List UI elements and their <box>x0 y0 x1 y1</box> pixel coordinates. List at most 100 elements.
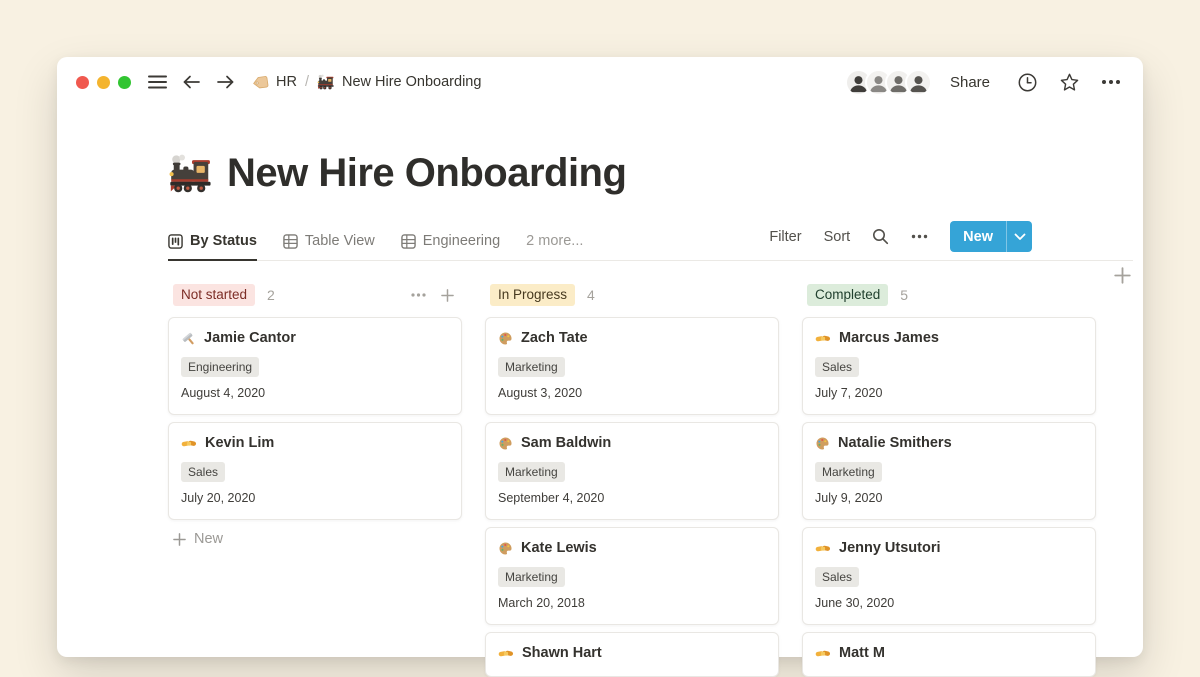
column-status-badge[interactable]: Completed <box>807 284 888 306</box>
kanban-board: Not started 2 Jam <box>168 283 1143 677</box>
card-name: Jamie Cantor <box>204 328 296 349</box>
palette-icon <box>815 436 830 451</box>
card-jenny-utsutori[interactable]: Jenny Utsutori Sales June 30, 2020 <box>802 527 1096 625</box>
handshake-icon <box>498 647 514 660</box>
start-date: July 9, 2020 <box>815 490 1083 507</box>
more-options-icon[interactable] <box>1101 79 1121 85</box>
breadcrumb-separator: / <box>305 74 309 90</box>
department-tag: Marketing <box>498 462 565 482</box>
titlebar: HR / New Hire Onboarding Share <box>57 57 1143 107</box>
column-status-badge[interactable]: In Progress <box>490 284 575 306</box>
department-tag: Sales <box>815 567 859 587</box>
collaborator-avatars[interactable] <box>845 69 932 96</box>
table-view-icon <box>283 234 298 249</box>
column-completed: Completed 5 Marcus James Sales July 7, 2… <box>802 283 1096 677</box>
column-count: 2 <box>267 287 275 303</box>
card-zach-tate[interactable]: Zach Tate Marketing August 3, 2020 <box>485 317 779 415</box>
column-header: Not started 2 <box>168 283 462 307</box>
column-not-started: Not started 2 Jam <box>168 283 462 677</box>
tab-table-view[interactable]: Table View <box>283 233 375 260</box>
card-kevin-lim[interactable]: Kevin Lim Sales July 20, 2020 <box>168 422 462 520</box>
column-add-icon[interactable] <box>441 289 454 302</box>
handshake-icon <box>181 437 197 450</box>
hamburger-menu-icon[interactable] <box>148 74 167 90</box>
add-card-button[interactable]: New <box>168 531 462 547</box>
forward-arrow-icon[interactable] <box>216 74 235 90</box>
column-actions <box>411 289 462 302</box>
table-view-icon <box>401 234 416 249</box>
column-status-badge[interactable]: Not started <box>173 284 255 306</box>
start-date: August 4, 2020 <box>181 385 449 402</box>
start-date: August 3, 2020 <box>498 385 766 402</box>
sort-button[interactable]: Sort <box>824 229 851 245</box>
card-name: Kate Lewis <box>521 538 597 559</box>
card-partial[interactable]: Matt M <box>802 632 1096 677</box>
app-window: HR / New Hire Onboarding Share <box>57 57 1143 657</box>
department-tag: Marketing <box>815 462 882 482</box>
card-partial[interactable]: Shawn Hart <box>485 632 779 677</box>
star-icon[interactable] <box>1059 72 1080 93</box>
filter-button[interactable]: Filter <box>769 229 801 245</box>
card-name: Natalie Smithers <box>838 433 952 454</box>
tab-engineering[interactable]: Engineering <box>401 233 500 260</box>
tab-label: Table View <box>305 233 375 249</box>
add-group-button[interactable] <box>1114 267 1131 284</box>
start-date: March 20, 2018 <box>498 595 766 612</box>
search-icon[interactable] <box>872 228 889 245</box>
hammer-icon <box>181 331 196 346</box>
close-window-button[interactable] <box>76 76 89 89</box>
card-list: Zach Tate Marketing August 3, 2020 Sam B… <box>485 317 779 677</box>
clock-icon[interactable] <box>1017 72 1038 93</box>
start-date: July 20, 2020 <box>181 490 449 507</box>
card-jamie-cantor[interactable]: Jamie Cantor Engineering August 4, 2020 <box>168 317 462 415</box>
department-tag: Engineering <box>181 357 259 377</box>
plus-icon <box>173 533 186 546</box>
department-tag: Sales <box>181 462 225 482</box>
column-more-icon[interactable] <box>411 293 426 297</box>
view-toolbar: By Status Table View Engineering 2 more.… <box>168 221 1133 261</box>
card-kate-lewis[interactable]: Kate Lewis Marketing March 20, 2018 <box>485 527 779 625</box>
card-name: Jenny Utsutori <box>839 538 941 559</box>
new-button-label[interactable]: New <box>950 221 1006 252</box>
avatar <box>905 69 932 96</box>
column-header: In Progress 4 <box>485 283 779 307</box>
card-name: Marcus James <box>839 328 939 349</box>
breadcrumb-page[interactable]: New Hire Onboarding <box>317 74 481 90</box>
breadcrumb-workspace[interactable]: HR <box>252 74 297 91</box>
view-tabs: By Status Table View Engineering 2 more.… <box>168 233 583 260</box>
breadcrumb-workspace-label: HR <box>276 74 297 90</box>
share-button[interactable]: Share <box>950 74 990 91</box>
view-options-icon[interactable] <box>911 234 928 239</box>
start-date: July 7, 2020 <box>815 385 1083 402</box>
column-count: 5 <box>900 287 908 303</box>
new-button-chevron-down-icon[interactable] <box>1006 221 1032 252</box>
minimize-window-button[interactable] <box>97 76 110 89</box>
tag-icon <box>252 74 269 91</box>
card-marcus-james[interactable]: Marcus James Sales July 7, 2020 <box>802 317 1096 415</box>
department-tag: Sales <box>815 357 859 377</box>
more-views-link[interactable]: 2 more... <box>526 233 583 260</box>
page-title[interactable]: New Hire Onboarding <box>227 151 626 196</box>
column-count: 4 <box>587 287 595 303</box>
card-name: Kevin Lim <box>205 433 274 454</box>
train-icon <box>317 74 335 90</box>
palette-icon <box>498 541 513 556</box>
zoom-window-button[interactable] <box>118 76 131 89</box>
window-controls <box>76 76 131 89</box>
tab-by-status[interactable]: By Status <box>168 233 257 261</box>
column-header: Completed 5 <box>802 283 1096 307</box>
card-natalie-smithers[interactable]: Natalie Smithers Marketing July 9, 2020 <box>802 422 1096 520</box>
handshake-icon <box>815 542 831 555</box>
page-train-icon[interactable] <box>168 153 214 194</box>
back-arrow-icon[interactable] <box>182 74 201 90</box>
department-tag: Marketing <box>498 357 565 377</box>
department-tag: Marketing <box>498 567 565 587</box>
card-sam-baldwin[interactable]: Sam Baldwin Marketing September 4, 2020 <box>485 422 779 520</box>
titlebar-actions: Share <box>845 69 1121 96</box>
page-header: New Hire Onboarding <box>168 145 1143 201</box>
start-date: June 30, 2020 <box>815 595 1083 612</box>
new-button: New <box>950 221 1032 252</box>
palette-icon <box>498 331 513 346</box>
board-view-icon <box>168 234 183 249</box>
card-name: Sam Baldwin <box>521 433 611 454</box>
